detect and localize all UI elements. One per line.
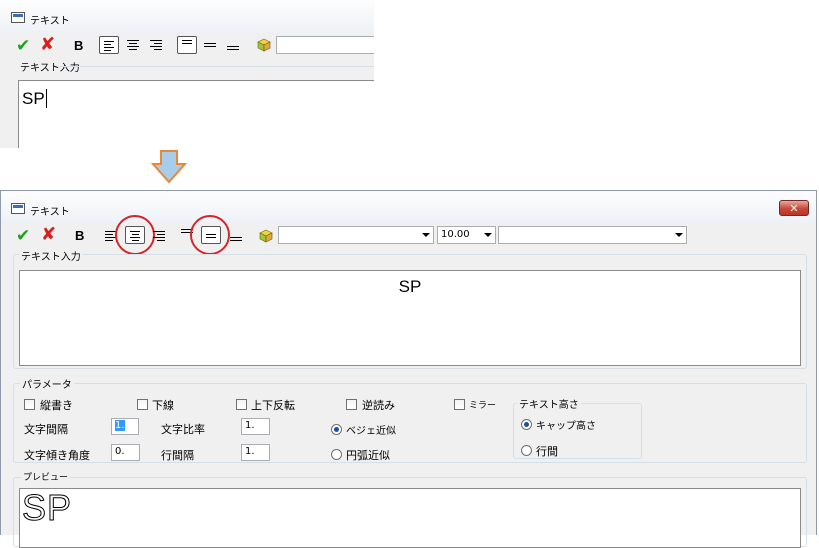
cancel-x-icon[interactable]: ✘: [40, 36, 55, 54]
align-left-button[interactable]: [99, 36, 119, 54]
valign-bottom-button[interactable]: [223, 36, 243, 54]
char-spacing-field[interactable]: 1.: [111, 418, 139, 435]
font-cube-icon[interactable]: [259, 229, 273, 243]
arc-label: 円弧近似: [346, 449, 390, 462]
line-height-label: 行間: [536, 445, 558, 458]
char-ratio-label: 文字比率: [161, 423, 205, 436]
style-combo[interactable]: [498, 226, 687, 244]
char-angle-label: 文字傾き角度: [24, 449, 90, 462]
preview-area: SP: [19, 487, 801, 548]
dialog-title: テキスト: [30, 207, 70, 218]
close-button[interactable]: ✕: [779, 200, 809, 216]
text-input[interactable]: SP: [19, 270, 801, 366]
input-text: SP: [398, 277, 422, 296]
parameter-label: パラメータ: [20, 376, 74, 391]
window-icon: [11, 12, 25, 23]
highlight-circle-middle: [190, 215, 230, 255]
top-text-dialog-crop: テキスト ✔ ✘ B テキスト入力 SP: [0, 0, 374, 148]
line-spacing-field[interactable]: 1.: [241, 444, 270, 461]
text-caret: [46, 89, 47, 108]
vertical-checkbox[interactable]: [24, 399, 35, 410]
reverse-label: 逆読み: [362, 399, 395, 412]
char-spacing-value: 1.: [115, 420, 125, 431]
reverse-checkbox[interactable]: [346, 399, 357, 410]
char-ratio-field[interactable]: 1.: [241, 418, 270, 435]
top-font-combo[interactable]: [276, 36, 374, 54]
arc-radio[interactable]: [331, 449, 342, 460]
underline-checkbox[interactable]: [137, 399, 148, 410]
align-right-button[interactable]: [149, 227, 169, 245]
size-combo[interactable]: 10.00: [437, 226, 496, 244]
font-combo[interactable]: [278, 226, 434, 244]
valign-bottom-button[interactable]: [226, 227, 246, 245]
size-combo-value: 10.00: [441, 229, 470, 240]
chevron-down-icon: [484, 233, 492, 237]
down-arrow-icon: [151, 150, 187, 184]
preview-label: プレビュー: [21, 470, 71, 483]
char-spacing-label: 文字間隔: [24, 423, 68, 436]
top-group-divider: [58, 66, 374, 67]
bold-button[interactable]: B: [74, 38, 83, 53]
mirror-label: ミラー: [469, 401, 497, 411]
valign-middle-button[interactable]: [200, 36, 220, 54]
cap-height-label: キャップ高さ: [536, 421, 596, 432]
align-right-button[interactable]: [146, 36, 166, 54]
line-height-radio[interactable]: [521, 445, 532, 456]
cancel-x-icon[interactable]: ✘: [41, 226, 56, 244]
text-dialog: テキスト ✕ ✔ ✘ B 10.00 テキスト入力 SP パラメータ 縦書き 下…: [0, 190, 817, 548]
valign-top-button[interactable]: [177, 36, 197, 54]
text-height-label: テキスト高さ: [517, 396, 581, 411]
preview-text: SP: [21, 487, 73, 529]
line-spacing-label: 行間隔: [161, 449, 194, 462]
top-input-text: SP: [22, 89, 45, 108]
char-angle-field[interactable]: 0.: [111, 444, 140, 461]
font-cube-icon[interactable]: [257, 38, 271, 52]
bold-button[interactable]: B: [75, 228, 84, 243]
cap-height-radio[interactable]: [521, 419, 532, 430]
mirror-checkbox[interactable]: [454, 399, 465, 410]
underline-label: 下線: [152, 399, 174, 412]
ok-check-icon[interactable]: ✔: [16, 227, 30, 245]
flip-label: 上下反転: [251, 399, 295, 412]
bezier-radio[interactable]: [331, 424, 342, 435]
chevron-down-icon: [675, 233, 683, 237]
window-icon: [11, 203, 25, 214]
top-window-title: テキスト: [30, 16, 70, 27]
flip-checkbox[interactable]: [236, 399, 247, 410]
vertical-label: 縦書き: [40, 399, 73, 412]
ok-check-icon[interactable]: ✔: [16, 37, 30, 55]
align-center-button[interactable]: [123, 36, 143, 54]
text-input-label: テキスト入力: [19, 248, 83, 263]
top-text-input[interactable]: SP: [18, 80, 374, 148]
chevron-down-icon: [422, 233, 430, 237]
bezier-label: ベジェ近似: [346, 426, 396, 437]
